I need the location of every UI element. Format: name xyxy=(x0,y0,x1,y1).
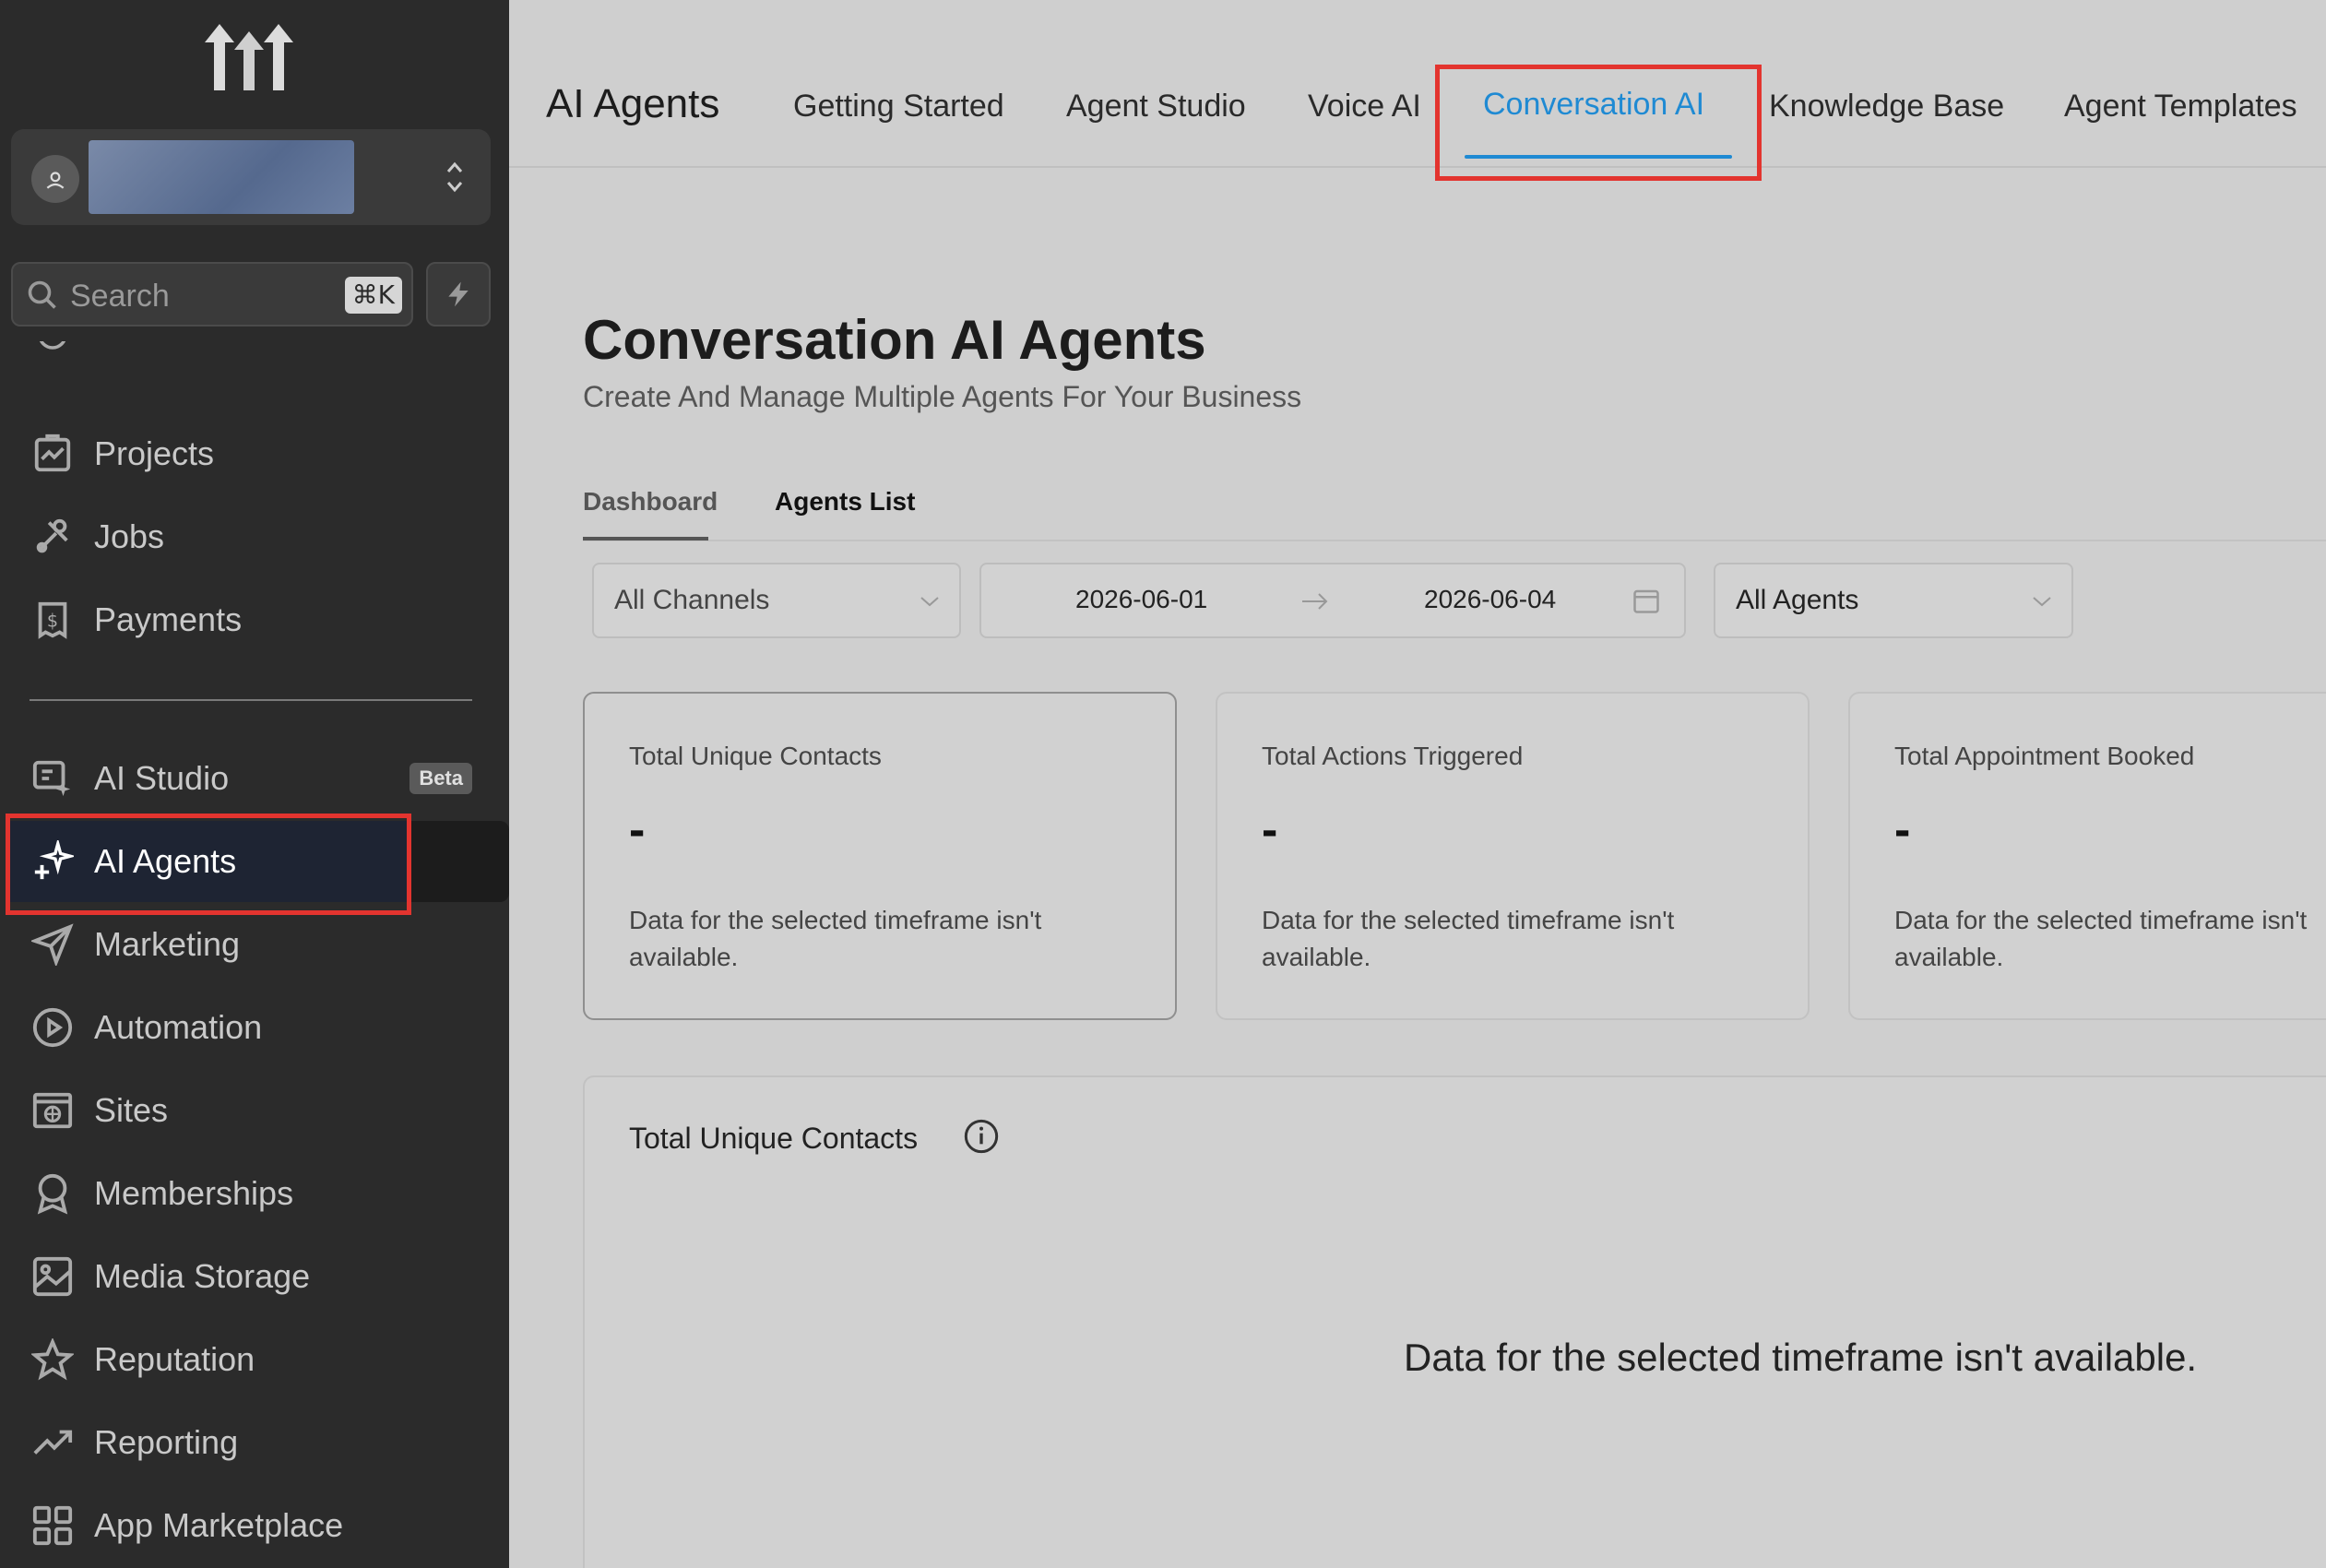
chart-panel-title: Total Unique Contacts xyxy=(629,1122,919,1155)
svg-text:$: $ xyxy=(47,611,58,632)
card-message: Data for the selected timeframe isn't av… xyxy=(1262,906,1675,971)
tools-icon xyxy=(36,518,68,553)
sidebar-item-label: Reputation xyxy=(94,1340,255,1378)
sidebar-item-label: Automation xyxy=(94,1008,263,1046)
sparkle-icon xyxy=(34,840,74,880)
trend-icon xyxy=(33,1430,73,1455)
subtab-divider xyxy=(583,540,2326,541)
sidebar-item-ai-agents[interactable]: AI Agents xyxy=(0,823,509,900)
subtab-agents-list[interactable]: Agents List xyxy=(775,487,915,517)
logo-icon[interactable] xyxy=(203,17,295,92)
sidebar-item-label: App Marketplace xyxy=(94,1506,344,1544)
top-navigation: AI Agents Getting Started Agent Studio V… xyxy=(509,0,2326,168)
send-icon xyxy=(31,923,74,966)
sidebar: Search ⌘K Projects Jobs $ Payments AI St… xyxy=(0,0,509,1568)
sidebar-item-label: Payments xyxy=(94,600,243,638)
sidebar-item-ai-studio[interactable]: AI Studio Beta xyxy=(0,740,509,817)
image-icon xyxy=(32,1256,73,1297)
card-message: Data for the selected timeframe isn't av… xyxy=(629,906,1042,971)
card-message: Data for the selected timeframe isn't av… xyxy=(1894,906,2308,971)
calendar-icon xyxy=(1633,589,1659,613)
sites-icon xyxy=(32,1092,73,1129)
date-end[interactable]: 2026-06-04 xyxy=(1424,585,1556,614)
sidebar-item-partial xyxy=(0,341,509,387)
chevron-down-icon xyxy=(920,597,939,607)
card-value: - xyxy=(1894,803,1911,857)
card-title: Total Actions Triggered xyxy=(1262,742,1524,770)
chart-empty-message: Data for the selected timeframe isn't av… xyxy=(1404,1336,2198,1379)
sidebar-item-media-storage[interactable]: Media Storage xyxy=(0,1238,509,1315)
unique-contacts-chart-panel: Total Unique Contacts Data for the selec… xyxy=(583,1075,2326,1568)
tab-agent-studio[interactable]: Agent Studio xyxy=(1066,89,1246,125)
agents-select-value: All Agents xyxy=(1736,585,1859,615)
card-title: Total Appointment Booked xyxy=(1894,742,2195,770)
star-icon xyxy=(31,1338,74,1381)
sidebar-item-marketing[interactable]: Marketing xyxy=(0,906,509,983)
tab-agent-templates[interactable]: Agent Templates xyxy=(2064,89,2297,125)
sidebar-item-label: Projects xyxy=(94,434,215,472)
tab-conversation-ai[interactable]: Conversation AI xyxy=(1483,87,1704,123)
payments-icon: $ xyxy=(38,601,67,639)
tab-knowledge-base[interactable]: Knowledge Base xyxy=(1769,89,2004,125)
card-value: - xyxy=(1262,803,1278,857)
sidebar-item-jobs[interactable]: Jobs xyxy=(0,498,509,576)
tab-voice-ai[interactable]: Voice AI xyxy=(1308,89,1421,125)
date-range-picker[interactable]: 2026-06-01 2026-06-04 xyxy=(979,563,1686,638)
active-subtab-underline xyxy=(583,537,708,540)
projects-icon xyxy=(34,434,71,472)
date-start[interactable]: 2026-06-01 xyxy=(1075,585,1207,614)
sidebar-item-label: Memberships xyxy=(94,1174,294,1212)
chevron-updown-icon xyxy=(446,161,463,193)
channels-select-value: All Channels xyxy=(614,585,770,615)
channels-select[interactable]: All Channels xyxy=(592,563,961,638)
sidebar-item-label: Media Storage xyxy=(94,1257,311,1295)
sidebar-item-label: Jobs xyxy=(94,517,165,555)
sidebar-item-payments[interactable]: $ Payments xyxy=(0,581,509,659)
sidebar-item-label: Marketing xyxy=(94,925,241,963)
automation-icon xyxy=(32,1007,73,1048)
search-input[interactable]: Search ⌘K xyxy=(11,262,413,327)
search-shortcut: ⌘K xyxy=(344,277,402,314)
account-name-blurred xyxy=(89,140,354,214)
card-title: Total Unique Contacts xyxy=(629,742,882,770)
search-icon xyxy=(28,280,56,309)
sidebar-item-reporting[interactable]: Reporting xyxy=(0,1404,509,1481)
sidebar-divider xyxy=(30,699,472,701)
sidebar-item-reputation[interactable]: Reputation xyxy=(0,1321,509,1398)
subtab-dashboard[interactable]: Dashboard xyxy=(583,487,718,517)
page-header-title: AI Agents xyxy=(546,81,720,126)
active-tab-underline xyxy=(1465,155,1732,159)
quick-actions-button[interactable] xyxy=(426,262,491,327)
sidebar-item-automation[interactable]: Automation xyxy=(0,989,509,1066)
bolt-icon xyxy=(448,281,469,307)
stat-card-appointments-booked: Total Appointment Booked - Data for the … xyxy=(1848,692,2326,1020)
tab-getting-started[interactable]: Getting Started xyxy=(793,89,1004,125)
sidebar-item-label: AI Agents xyxy=(94,842,237,880)
sidebar-item-app-marketplace[interactable]: App Marketplace xyxy=(0,1487,509,1564)
sidebar-item-projects[interactable]: Projects xyxy=(0,415,509,493)
page-title: Conversation AI Agents xyxy=(583,309,1206,371)
search-placeholder: Search xyxy=(70,279,170,314)
award-icon xyxy=(37,1173,68,1215)
page-subtitle: Create And Manage Multiple Agents For Yo… xyxy=(583,380,1302,413)
arrow-right-icon xyxy=(1302,593,1328,610)
sidebar-item-memberships[interactable]: Memberships xyxy=(0,1155,509,1232)
info-icon[interactable] xyxy=(963,1118,1000,1155)
agents-select[interactable]: All Agents xyxy=(1714,563,2073,638)
account-switcher[interactable] xyxy=(11,129,491,225)
stat-card-actions-triggered: Total Actions Triggered - Data for the s… xyxy=(1216,692,1810,1020)
sidebar-item-sites[interactable]: Sites xyxy=(0,1072,509,1149)
stat-card-unique-contacts: Total Unique Contacts - Data for the sel… xyxy=(583,692,1177,1020)
chevron-down-icon xyxy=(2033,597,2051,607)
partial-icon xyxy=(39,341,66,350)
sidebar-item-label: Reporting xyxy=(94,1423,239,1461)
sidebar-item-label: Sites xyxy=(94,1091,169,1129)
grid-icon xyxy=(32,1505,73,1546)
beta-badge: Beta xyxy=(409,763,472,794)
location-icon xyxy=(31,155,79,203)
card-value: - xyxy=(629,803,646,857)
ai-studio-icon xyxy=(32,760,71,797)
sidebar-item-label: AI Studio xyxy=(94,759,230,797)
